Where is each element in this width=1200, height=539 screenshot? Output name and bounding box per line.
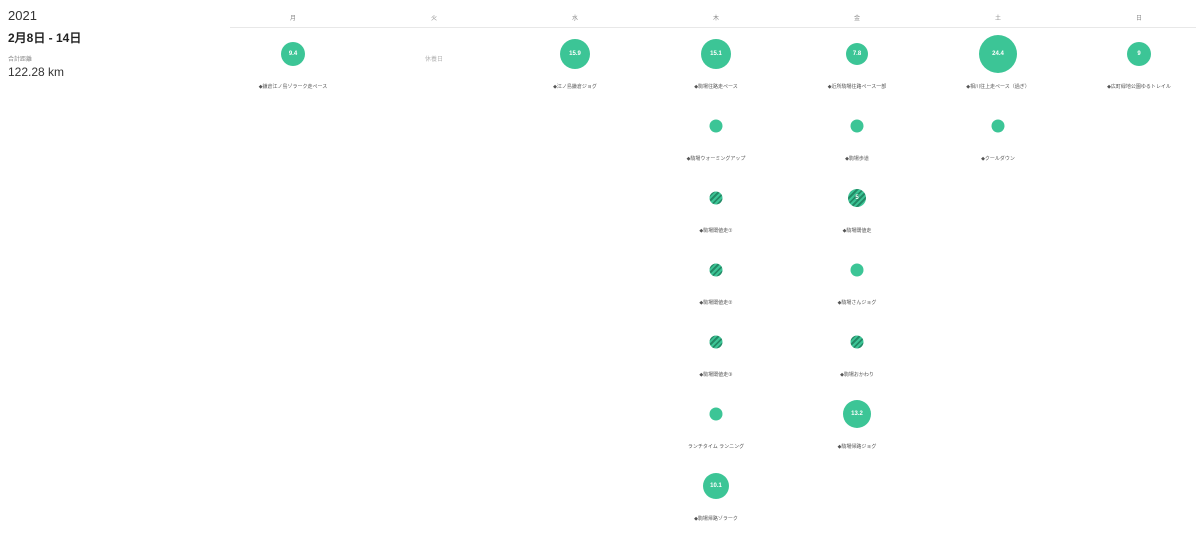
activity-title[interactable]: ◆駒場歩道 bbox=[797, 155, 917, 162]
activity-distance: 15.9 bbox=[569, 51, 581, 57]
day-name: 金 bbox=[853, 16, 860, 22]
activity-bubble[interactable]: 5 bbox=[848, 189, 866, 207]
activity-title[interactable]: ◆駒場往路走ペース bbox=[656, 83, 776, 90]
activity-bubble[interactable] bbox=[850, 119, 864, 133]
activity-item[interactable]: ◆クールダウン bbox=[938, 99, 1058, 171]
activity-bubble[interactable]: 9 bbox=[1127, 42, 1151, 66]
day-column: 木 15.1 ◆駒場往路走ペース ◆駒場ウォーミングアップ ◆駒場閾値走① ◆駒場閾値走②… bbox=[656, 0, 776, 539]
activity-distance: 13.2 bbox=[851, 411, 863, 417]
day-name: 木 bbox=[712, 16, 719, 22]
activity-bubble[interactable] bbox=[991, 119, 1005, 133]
activity-bubble[interactable]: 7.8 bbox=[846, 43, 868, 65]
activity-bubble[interactable] bbox=[850, 335, 864, 349]
activity-bubble[interactable] bbox=[709, 263, 723, 277]
activity-item[interactable]: ◆駒場さんジョグ bbox=[797, 243, 917, 315]
activity-title[interactable]: ◆駒場閾値走② bbox=[656, 299, 776, 306]
day-column: 土 24.4 ◆相川往上走ペース（過ぎ） ◆クールダウン bbox=[938, 0, 1058, 539]
activity-item[interactable]: 13.2 ◆駒場帰路ジョグ bbox=[797, 387, 917, 459]
activity-title[interactable]: ◆駒場帰路ゾラーク bbox=[656, 515, 776, 522]
activity-item[interactable]: ◆駒場閾値走① bbox=[656, 171, 776, 243]
day-name: 月 bbox=[289, 16, 296, 22]
activity-item[interactable]: ◆駒場閾値走② bbox=[656, 243, 776, 315]
day-name: 日 bbox=[1135, 16, 1142, 22]
year-label: 2021 bbox=[8, 8, 37, 23]
activity-title[interactable]: ◆駒場おかわり bbox=[797, 371, 917, 378]
activity-item[interactable]: 9 ◆広町緑地公園ゆるトレイル bbox=[1079, 27, 1199, 99]
activity-title[interactable]: ◆相川往上走ペース（過ぎ） bbox=[938, 83, 1058, 90]
activity-distance: 9.4 bbox=[288, 51, 298, 57]
activity-bubble[interactable]: 9.4 bbox=[281, 42, 305, 66]
activity-bubble[interactable]: 10.1 bbox=[703, 473, 729, 499]
activity-title[interactable]: ◆駒場さんジョグ bbox=[797, 299, 917, 306]
activity-bubble[interactable] bbox=[709, 335, 723, 349]
activity-distance: 5 bbox=[855, 195, 859, 201]
activity-title[interactable]: ◆駒場閾値走③ bbox=[656, 371, 776, 378]
activity-item[interactable]: 9.4 ◆鎌倉江ノ島ゾラーク走ペース bbox=[233, 27, 353, 99]
activity-item[interactable]: 7.8 ◆近所駒場往路ペース一部 bbox=[797, 27, 917, 99]
rest-day-label: 休養日 bbox=[424, 57, 443, 63]
activity-title[interactable]: ◆江ノ島鎌倉ジョグ bbox=[515, 83, 635, 90]
activity-item[interactable]: 10.1 ◆駒場帰路ゾラーク bbox=[656, 459, 776, 531]
activity-bubble[interactable]: 13.2 bbox=[843, 400, 871, 428]
activity-item[interactable]: 24.4 ◆相川往上走ペース（過ぎ） bbox=[938, 27, 1058, 99]
activity-distance: 7.8 bbox=[852, 51, 862, 57]
activity-title[interactable]: ◆近所駒場往路ペース一部 bbox=[797, 83, 917, 90]
activity-bubble[interactable] bbox=[709, 191, 723, 205]
activity-title[interactable]: ◆駒場ウォーミングアップ bbox=[656, 155, 776, 162]
total-distance-value: 122.28 km bbox=[8, 65, 65, 79]
activity-bubble[interactable] bbox=[709, 119, 723, 133]
activity-distance: 10.1 bbox=[710, 483, 722, 489]
activity-item[interactable]: ◆駒場おかわり bbox=[797, 315, 917, 387]
activity-item[interactable]: 15.9 ◆江ノ島鎌倉ジョグ bbox=[515, 27, 635, 99]
activity-title[interactable]: ◆駒場閾値走 bbox=[797, 227, 917, 234]
activity-distance: 15.1 bbox=[710, 51, 722, 57]
activity-title[interactable]: ◆駒場閾値走① bbox=[656, 227, 776, 234]
activity-bubble[interactable]: 15.9 bbox=[560, 39, 590, 69]
day-column: 月 9.4 ◆鎌倉江ノ島ゾラーク走ペース bbox=[233, 0, 353, 539]
day-column: 日 9 ◆広町緑地公園ゆるトレイル bbox=[1079, 0, 1199, 539]
activity-item[interactable]: ◆駒場閾値走③ bbox=[656, 315, 776, 387]
day-column: 水 15.9 ◆江ノ島鎌倉ジョグ bbox=[515, 0, 635, 539]
activity-item[interactable]: ◆駒場ウォーミングアップ bbox=[656, 99, 776, 171]
activity-item[interactable]: ランチタイム ランニング bbox=[656, 387, 776, 459]
week-range: 2月8日 - 14日 bbox=[8, 31, 82, 45]
activity-bubble[interactable] bbox=[709, 407, 723, 421]
total-distance-label: 合計距離 bbox=[8, 57, 33, 63]
day-column: 金 7.8 ◆近所駒場往路ペース一部 ◆駒場歩道 5 ◆駒場閾値走 ◆駒場さんジョグ ◆駒場お… bbox=[797, 0, 917, 539]
activity-bubble[interactable]: 24.4 bbox=[979, 35, 1017, 73]
activity-item[interactable]: 5 ◆駒場閾値走 bbox=[797, 171, 917, 243]
activity-distance: 24.4 bbox=[992, 51, 1004, 57]
day-name: 火 bbox=[430, 16, 437, 22]
activity-distance: 9 bbox=[1137, 51, 1141, 57]
activity-title[interactable]: ◆鎌倉江ノ島ゾラーク走ペース bbox=[233, 83, 353, 90]
activity-item[interactable]: ◆駒場歩道 bbox=[797, 99, 917, 171]
activity-title[interactable]: ◆広町緑地公園ゆるトレイル bbox=[1079, 83, 1199, 90]
activity-title[interactable]: ◆駒場帰路ジョグ bbox=[797, 443, 917, 450]
activity-bubble[interactable] bbox=[850, 263, 864, 277]
activity-title[interactable]: ランチタイム ランニング bbox=[656, 443, 776, 450]
day-name: 水 bbox=[571, 16, 578, 22]
day-column: 火休養日 bbox=[374, 0, 494, 539]
activity-item[interactable]: 15.1 ◆駒場往路走ペース bbox=[656, 27, 776, 99]
activity-bubble[interactable]: 15.1 bbox=[701, 39, 731, 69]
week-summary: 2月8日 - 14日 合計距離 122.28 km bbox=[8, 29, 208, 79]
activity-title[interactable]: ◆クールダウン bbox=[938, 155, 1058, 162]
day-name: 土 bbox=[994, 16, 1001, 22]
